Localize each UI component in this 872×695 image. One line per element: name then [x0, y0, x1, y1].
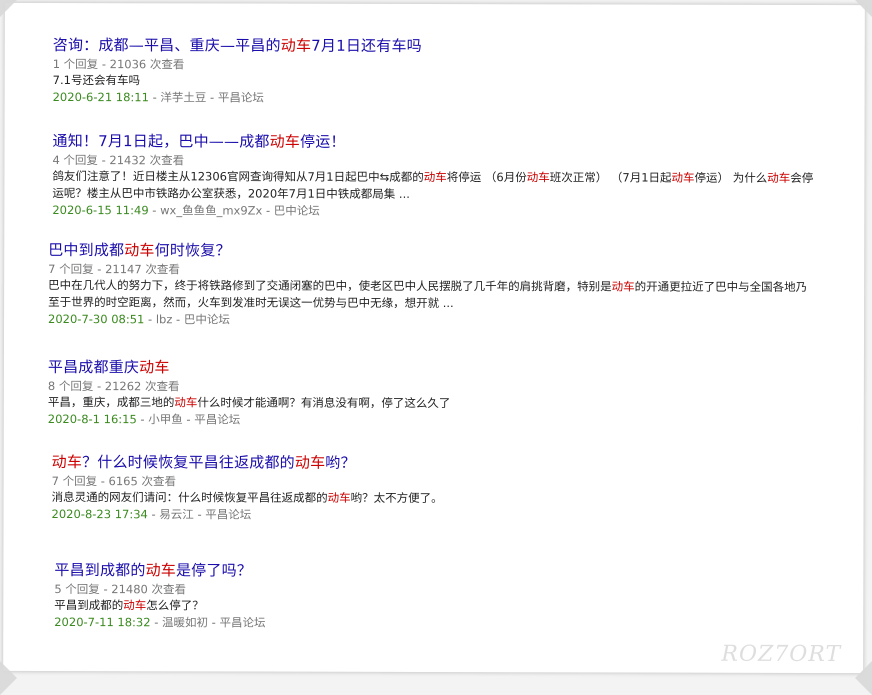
search-result: 咨询：成都—平昌、重庆—平昌的动车7月1日还有车吗 1 个回复 - 21036 … [53, 35, 823, 107]
highlight-keyword: 动车 [51, 452, 83, 472]
highlight-keyword: 动车 [280, 36, 312, 55]
text-segment: 将停运 （6月份 [446, 170, 527, 185]
text-segment: 班次正常） （7月1日起 [549, 170, 672, 185]
result-snippet: 7.1号还会有车吗 [53, 72, 823, 91]
text-segment: ？什么时候恢复平昌往返成都的 [82, 453, 295, 472]
text-segment: 平昌到成都的 [54, 561, 146, 580]
highlight-keyword: 动车 [526, 170, 550, 185]
text-segment: 巴中在几代人的努力下，终于将铁路修到了交通闭塞的巴中，使老区巴中人民摆脱了几千年… [48, 277, 612, 294]
result-forum-link[interactable]: 平昌论坛 [194, 412, 240, 426]
result-title-link[interactable]: 巴中到成都动车何时恢复？ [48, 240, 818, 262]
search-result: 动车？什么时候恢复平昌往返成都的动车哟？ 7 个回复 - 6165 次查看 消息… [52, 452, 822, 524]
search-result: 平昌成都重庆动车 8 个回复 - 21262 次查看 平昌，重庆，成都三地的动车… [48, 357, 818, 429]
result-meta: 2020-6-21 18:11 - 洋芋土豆 - 平昌论坛 [52, 90, 264, 105]
result-snippet: 巴中在几代人的努力下，终于将铁路修到了交通闭塞的巴中，使老区巴中人民摆脱了几千年… [48, 277, 818, 313]
result-meta: 2020-7-11 18:32 - 温暖如初 - 平昌论坛 [54, 615, 266, 630]
text-segment: 哟？ [325, 453, 356, 472]
text-segment: 停运！ [299, 132, 346, 151]
result-forum-link[interactable]: 巴中论坛 [274, 204, 320, 218]
search-result: 平昌到成都的动车是停了吗？ 5 个回复 - 21480 次查看 平昌到成都的动车… [54, 560, 824, 632]
result-meta: 2020-6-15 11:49 - wx_鱼鱼鱼_mx9Zx - 巴中论坛 [52, 203, 320, 218]
result-title-link[interactable]: 咨询：成都—平昌、重庆—平昌的动车7月1日还有车吗 [53, 35, 823, 57]
text-segment: 停运） 为什么 [694, 170, 768, 185]
result-meta: 2020-7-30 08:51 - lbz - 巴中论坛 [48, 311, 230, 327]
highlight-keyword: 动车 [671, 170, 695, 185]
text-segment: 7月1日还有车吗 [311, 36, 422, 55]
search-result: 通知！7月1日起，巴中——成都动车停运！ 4 个回复 - 21432 次查看 鸽… [52, 131, 822, 220]
result-snippet: 鸽友们注意了！近日楼主从12306官网查询得知从7月1日起巴中⇆成都的动车将停运… [52, 168, 822, 204]
highlight-keyword: 动车 [611, 279, 635, 294]
result-date: 2020-7-11 18:32 [54, 615, 151, 630]
text-segment: 7.1号还会有车吗 [52, 73, 140, 88]
result-forum-link[interactable]: 平昌论坛 [219, 615, 265, 629]
result-title-link[interactable]: 通知！7月1日起，巴中——成都动车停运！ [52, 131, 822, 153]
text-segment: 何时恢复？ [154, 241, 231, 260]
highlight-keyword: 动车 [423, 169, 447, 185]
result-date: 2020-6-15 11:49 [52, 203, 149, 218]
highlight-keyword: 动车 [123, 598, 147, 613]
highlight-keyword: 动车 [124, 241, 155, 260]
highlight-keyword: 动车 [767, 170, 791, 185]
result-snippet: 平昌到成都的动车怎么停了？ [54, 597, 824, 616]
result-meta: 2020-8-1 16:15 - 小甲鱼 - 平昌论坛 [47, 411, 241, 427]
text-segment: 鸽友们注意了！近日楼主从12306官网查询得知从7月1日起巴中⇆成都的 [52, 169, 424, 184]
result-meta: 2020-8-23 17:34 - 易云江 - 平昌论坛 [51, 506, 252, 522]
result-author[interactable]: lbz [156, 312, 173, 326]
result-forum-link[interactable]: 巴中论坛 [184, 312, 230, 326]
text-segment: 通知！7月1日起，巴中——成都 [52, 132, 270, 151]
result-title-link[interactable]: 平昌成都重庆动车 [48, 357, 818, 379]
text-segment: 什么时候才能通啊？有消息没有啊，停了这么久了 [197, 395, 451, 411]
highlight-keyword: 动车 [174, 395, 198, 410]
results-panel: 咨询：成都—平昌、重庆—平昌的动车7月1日还有车吗 1 个回复 - 21036 … [3, 2, 865, 674]
result-author[interactable]: 小甲鱼 [148, 412, 183, 426]
text-segment: 平昌，重庆，成都三地的 [47, 394, 175, 410]
search-result: 巴中到成都动车何时恢复？ 7 个回复 - 21147 次查看 巴中在几代人的努力… [48, 240, 818, 329]
result-title-link[interactable]: 平昌到成都的动车是停了吗？ [54, 560, 824, 582]
highlight-keyword: 动车 [269, 132, 301, 151]
highlight-keyword: 动车 [139, 358, 170, 377]
highlight-keyword: 动车 [294, 453, 326, 472]
result-title-link[interactable]: 动车？什么时候恢复平昌往返成都的动车哟？ [52, 452, 822, 474]
text-segment: 是停了吗？ [175, 561, 253, 580]
result-snippet: 消息灵通的网友们请问：什么时候恢复平昌往返成都的动车哟？太不方便了。 [52, 489, 822, 508]
result-snippet: 平昌，重庆，成都三地的动车什么时候才能通啊？有消息没有啊，停了这么久了 [48, 394, 818, 413]
result-stats: 1 个回复 - 21036 次查看 [52, 57, 185, 72]
text-segment: 哟？太不方便了。 [350, 490, 443, 506]
text-segment: 平昌到成都的 [54, 598, 124, 613]
text-segment: 怎么停了？ [146, 598, 204, 613]
result-date: 2020-6-21 18:11 [52, 90, 149, 105]
result-author[interactable]: wx_鱼鱼鱼_mx9Zx [160, 203, 262, 217]
result-date: 2020-8-23 17:34 [51, 506, 148, 522]
text-segment: 消息灵通的网友们请问：什么时候恢复平昌往返成都的 [51, 489, 328, 505]
highlight-keyword: 动车 [145, 561, 177, 580]
result-date: 2020-8-1 16:15 [47, 411, 137, 427]
watermark: ROZ7ORT [721, 641, 842, 668]
result-forum-link[interactable]: 平昌论坛 [218, 90, 264, 104]
result-forum-link[interactable]: 平昌论坛 [205, 507, 251, 521]
result-author[interactable]: 温暖如初 [162, 615, 208, 629]
text-segment: 巴中到成都 [48, 240, 125, 260]
text-segment: 咨询：成都—平昌、重庆—平昌的 [52, 36, 281, 55]
result-date: 2020-7-30 08:51 [48, 311, 145, 327]
result-author[interactable]: 易云江 [159, 507, 194, 521]
result-author[interactable]: 洋芋土豆 [160, 90, 206, 104]
text-segment: 平昌成都重庆 [47, 357, 140, 377]
highlight-keyword: 动车 [327, 490, 351, 505]
